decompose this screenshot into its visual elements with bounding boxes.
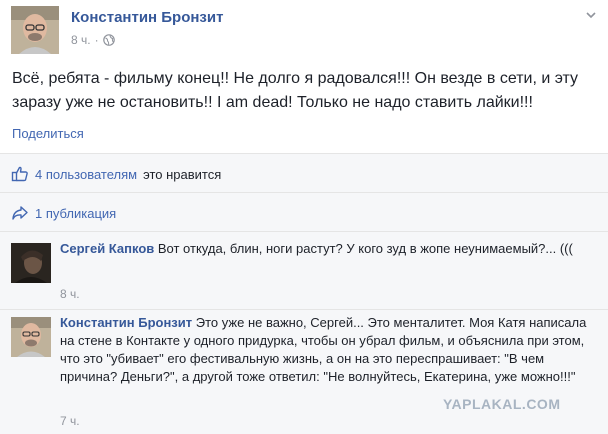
shares-row: 1 публикация <box>11 204 116 222</box>
thumbs-up-icon <box>11 166 28 182</box>
share-link[interactable]: Поделиться <box>12 126 84 141</box>
comment-body: Константин Бронзит Это уже не важно, Сер… <box>60 314 590 386</box>
divider <box>0 309 608 310</box>
likes-count-link[interactable]: 4 пользователям <box>35 167 137 182</box>
post-timestamp[interactable]: 8 ч. <box>71 33 91 47</box>
comment-timestamp[interactable]: 7 ч. <box>60 414 80 428</box>
post-author-name[interactable]: Константин Бронзит <box>71 9 223 26</box>
share-arrow-icon <box>12 206 28 220</box>
divider <box>0 231 608 232</box>
comment-timestamp[interactable]: 8 ч. <box>60 287 80 301</box>
commenter-avatar[interactable] <box>11 317 51 357</box>
comment: Константин Бронзит Это уже не важно, Сер… <box>11 314 601 434</box>
post-text: Всё, ребята - фильму конец!! Не долго я … <box>12 70 579 111</box>
chevron-down-icon[interactable] <box>585 9 597 21</box>
divider <box>0 192 608 193</box>
likes-suffix: это нравится <box>143 166 222 182</box>
meta-separator: · <box>94 33 99 47</box>
comment-author[interactable]: Сергей Капков <box>60 241 154 256</box>
author-avatar[interactable] <box>11 6 59 54</box>
comment: Сергей Капков Вот откуда, блин, ноги рас… <box>11 240 601 303</box>
commenter-avatar[interactable] <box>11 243 51 283</box>
globe-icon[interactable] <box>102 34 115 46</box>
likes-row: 4 пользователям это нравится <box>11 165 221 183</box>
site-watermark: YAPLAKAL.COM <box>443 396 561 412</box>
post-meta: 8 ч. · <box>71 33 115 47</box>
comment-author[interactable]: Константин Бронзит <box>60 315 192 330</box>
shares-count-link[interactable]: 1 публикация <box>35 206 116 221</box>
comment-text: Вот откуда, блин, ноги растут? У кого зу… <box>157 241 573 256</box>
comment-body: Сергей Капков Вот откуда, блин, ноги рас… <box>60 240 590 258</box>
post-header: Константин Бронзит 8 ч. · <box>11 6 601 56</box>
